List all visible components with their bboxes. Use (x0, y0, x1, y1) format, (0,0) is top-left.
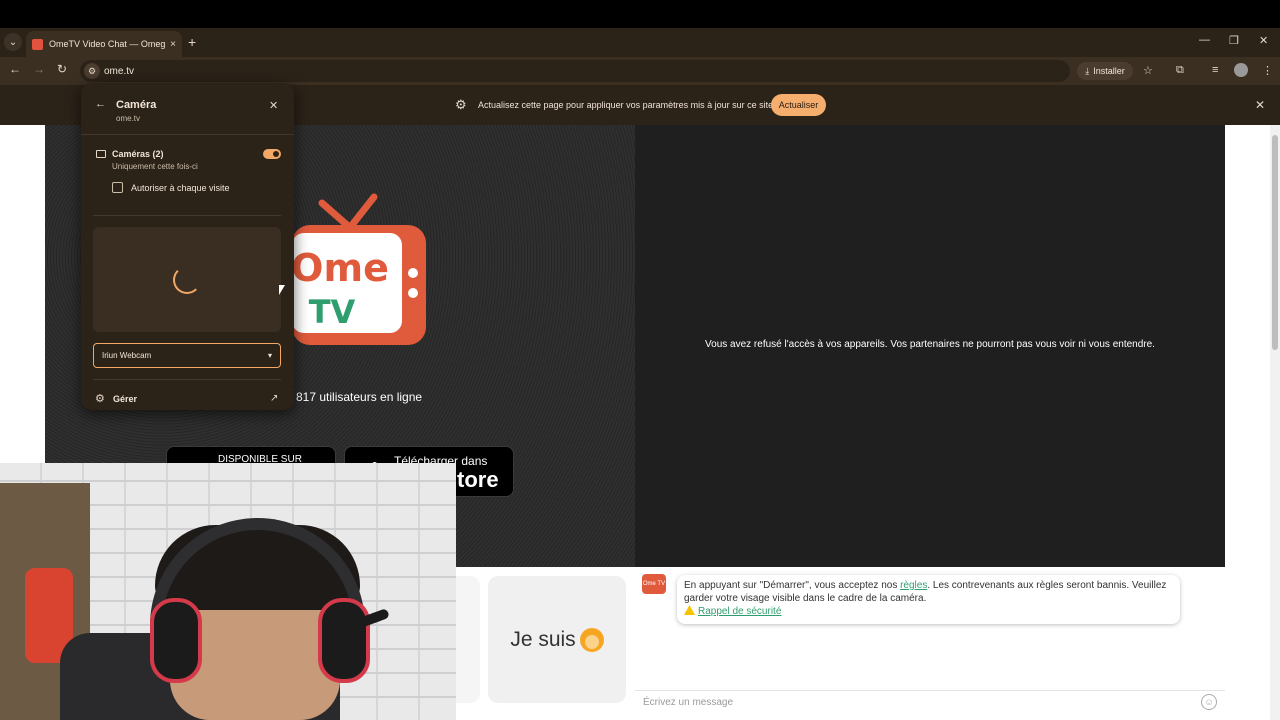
browser-menu-icon[interactable]: ⋮ (1262, 64, 1273, 77)
refresh-button[interactable]: Actualiser (771, 94, 826, 116)
message-placeholder: Écrivez un message (643, 697, 734, 708)
ometv-favicon-icon (32, 38, 43, 50)
window-close-icon[interactable]: ✕ (1259, 34, 1268, 47)
media-control-icon[interactable]: ≡ (1212, 64, 1218, 76)
logo-text-ome: Ome (292, 246, 389, 290)
loading-spinner-icon (173, 266, 201, 294)
message-input[interactable]: Écrivez un message (635, 690, 1225, 714)
active-tab[interactable]: OmeTV Video Chat — Omegle × (26, 31, 182, 57)
tab-close-icon[interactable]: × (170, 39, 176, 50)
popup-divider (93, 215, 281, 216)
option-card-partial[interactable] (456, 576, 480, 703)
url-text: ome.tv (104, 65, 135, 77)
safety-reminder-link[interactable]: Rappel de sécurité (698, 606, 781, 617)
restore-icon[interactable]: ❐ (1229, 34, 1239, 47)
logo-text-tv: TV (309, 293, 356, 331)
access-refused-message: Vous avez refusé l'accès à vos appareils… (705, 339, 1155, 350)
cameras-label: Caméras (2) (112, 149, 164, 159)
rules-text-before: En appuyant sur "Démarrer", vous accepte… (684, 580, 901, 591)
minimize-icon[interactable]: — (1199, 34, 1210, 46)
warning-icon (684, 605, 695, 615)
rules-text: En appuyant sur "Démarrer", vous accepte… (684, 579, 1173, 605)
scrollbar-thumb[interactable] (1272, 135, 1278, 350)
manage-link[interactable]: Gérer (113, 394, 137, 404)
camera-select[interactable]: Iriun Webcam ▾ (93, 343, 281, 368)
reload-icon[interactable]: ↻ (57, 62, 67, 76)
online-users-count: 817 utilisateurs en ligne (296, 390, 423, 404)
install-button[interactable]: ⤓ Installer (1077, 62, 1133, 80)
headset-left-earcup (150, 598, 202, 683)
allow-every-visit-checkbox[interactable] (112, 182, 123, 193)
profile-avatar[interactable] (1234, 63, 1248, 77)
emoji-picker-icon[interactable]: ☺ (1201, 694, 1217, 710)
ometv-logo: Ome TV (292, 193, 426, 345)
popup-title: Caméra (116, 99, 157, 111)
address-bar[interactable]: ome.tv (80, 60, 1070, 82)
mouse-cursor (279, 285, 285, 295)
popup-close-icon[interactable]: ✕ (269, 99, 278, 112)
cameras-sublabel: Uniquement cette fois-ci (112, 162, 198, 171)
rules-link[interactable]: règles (900, 580, 927, 591)
camera-permission-toggle[interactable] (263, 149, 281, 159)
popup-site: ome.tv (116, 114, 141, 123)
infobar-close-icon[interactable]: ✕ (1255, 98, 1265, 112)
popup-back-icon[interactable]: ← (95, 98, 106, 110)
site-info-icon[interactable]: ⚙ (84, 63, 100, 79)
popup-divider (93, 379, 281, 380)
rules-message-bubble: En appuyant sur "Démarrer", vous accepte… (677, 575, 1180, 624)
tab-list-icon[interactable]: ⌄ (4, 33, 22, 51)
app-store-big-text: tore (457, 467, 499, 492)
window-top-strip (0, 0, 1280, 28)
video-camera-icon (96, 150, 106, 158)
external-link-icon[interactable]: ↗ (270, 393, 278, 404)
new-tab-button[interactable]: + (188, 34, 196, 50)
allow-every-visit-label: Autoriser à chaque visite (131, 183, 230, 193)
popup-divider (81, 134, 294, 135)
back-icon[interactable]: ← (9, 62, 21, 76)
install-icon: ⤓ (1085, 65, 1090, 76)
install-label: Installer (1093, 66, 1125, 76)
infobar-message: Actualisez cette page pour appliquer vos… (478, 100, 774, 110)
chevron-down-icon: ▾ (267, 351, 272, 360)
toggle-knob (273, 151, 279, 157)
gender-card[interactable]: Je suis (488, 576, 626, 703)
selected-camera: Iriun Webcam (102, 351, 152, 360)
bookmark-star-icon[interactable]: ☆ (1143, 64, 1153, 77)
headset-right-earcup (318, 598, 370, 683)
webcam-preview (0, 463, 456, 720)
ometv-bot-avatar: Ome TV (642, 574, 666, 594)
forward-icon[interactable]: → (33, 62, 45, 76)
gender-card-label: Je suis (510, 627, 576, 651)
extensions-icon[interactable]: ⧉ (1176, 64, 1184, 77)
woman-emoji-icon (579, 627, 604, 652)
manage-gear-icon[interactable]: ⚙ (95, 392, 105, 405)
tab-title: OmeTV Video Chat — Omegle (49, 39, 167, 49)
settings-gear-icon: ⚙ (455, 97, 467, 112)
